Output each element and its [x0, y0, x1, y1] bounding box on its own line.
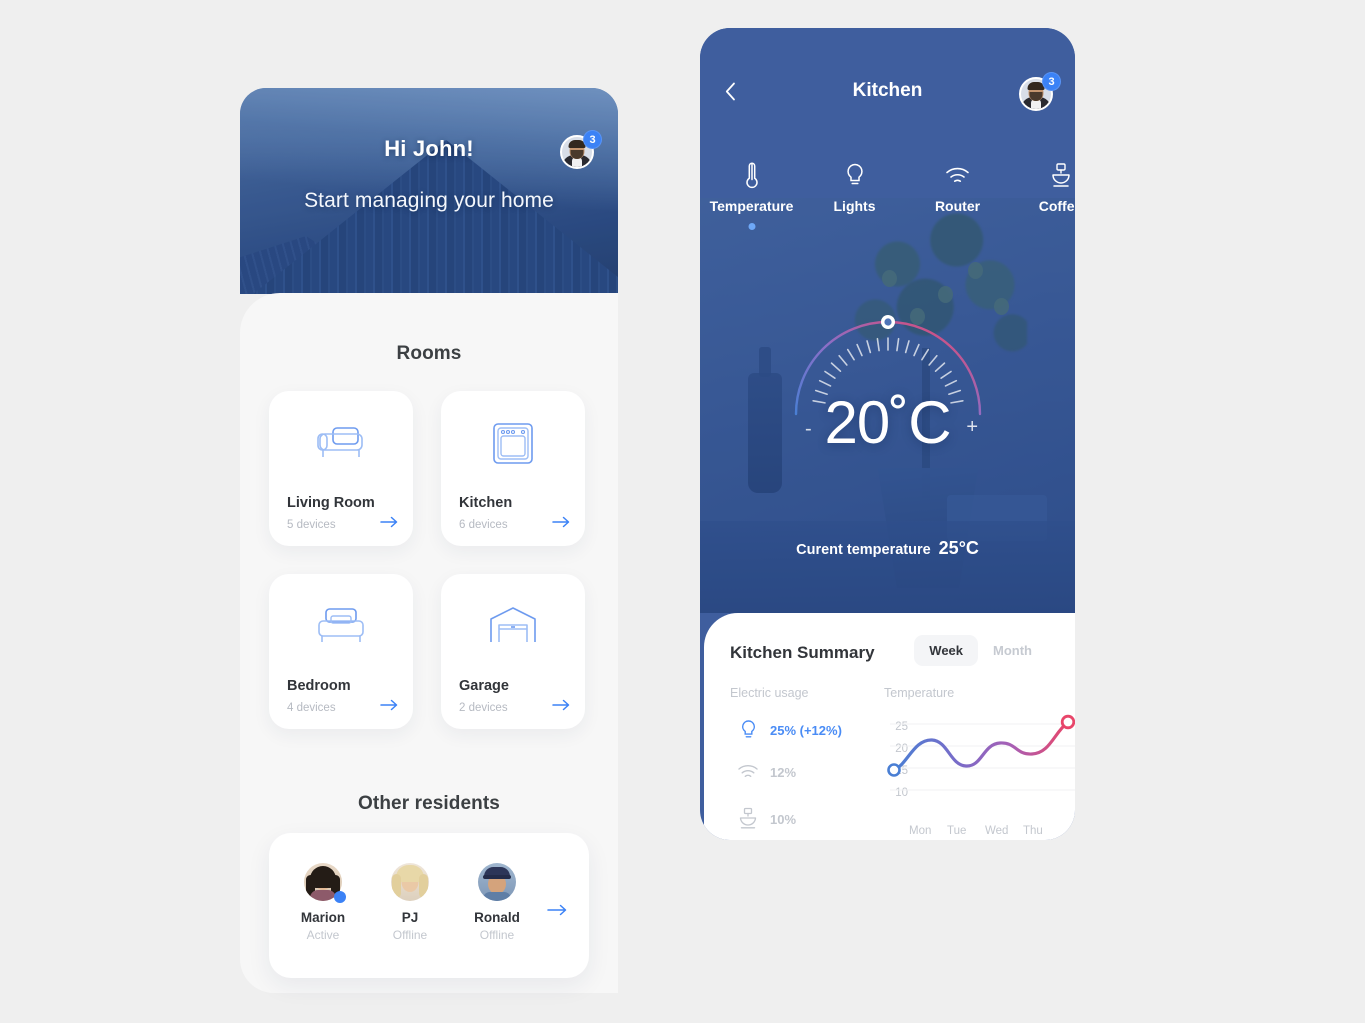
- usage-row-lights[interactable]: 25% (+12%): [734, 719, 842, 742]
- temperature-label: Temperature: [884, 686, 955, 700]
- app-showcase: Hi John! Start managing your home 3 Room…: [0, 0, 1365, 1023]
- sofa-icon: [269, 421, 413, 463]
- x-tick: Thu: [1023, 825, 1043, 837]
- hero-header: Hi John! Start managing your home 3: [240, 88, 618, 294]
- room-device-count: 4 devices: [287, 702, 336, 714]
- resident-name: Marion: [300, 910, 346, 925]
- resident-status: Active: [306, 928, 340, 942]
- current-temperature-row: Curent temperature 25°C: [700, 538, 1075, 559]
- room-detail-phone: Kitchen 3 Temperature Lights Router Coff…: [700, 28, 1075, 840]
- tab-label: Temperature: [709, 198, 794, 214]
- room-name: Bedroom: [287, 678, 351, 694]
- detail-topbar: Kitchen 3: [700, 72, 1075, 118]
- usage-value: 10%: [770, 811, 797, 827]
- kitchen-summary-card: Kitchen Summary Week Month Electric usag…: [704, 613, 1075, 840]
- chart-x-axis: Mon Tue Wed Thu: [909, 825, 1074, 837]
- notification-badge[interactable]: 3: [1042, 72, 1061, 91]
- range-week[interactable]: Week: [914, 635, 979, 666]
- arrow-right-icon[interactable]: [552, 698, 571, 716]
- electric-usage-label: Electric usage: [730, 686, 809, 700]
- range-toggle: Week Month: [914, 635, 1047, 666]
- data-point-end: [1060, 714, 1075, 730]
- x-tick: Tue: [947, 825, 967, 837]
- usage-row-router[interactable]: 12%: [734, 763, 796, 781]
- tab-label: Router: [934, 198, 981, 214]
- room-card-kitchen[interactable]: Kitchen 6 devices: [441, 391, 585, 546]
- wifi-icon: [734, 763, 762, 781]
- x-tick: Mon: [909, 825, 932, 837]
- tab-router[interactable]: Router: [906, 161, 1009, 214]
- range-month[interactable]: Month: [978, 635, 1047, 666]
- room-device-count: 6 devices: [459, 519, 508, 531]
- data-point-start: [887, 763, 901, 777]
- garage-icon: [441, 604, 585, 648]
- avatar: [391, 863, 429, 901]
- home-screen-phone: Hi John! Start managing your home 3 Room…: [240, 88, 618, 993]
- lightbulb-icon: [803, 161, 906, 191]
- resident-status: Offline: [479, 928, 515, 942]
- coffee-machine-icon: [734, 807, 762, 831]
- usage-row-coffee[interactable]: 10%: [734, 807, 796, 831]
- room-device-count: 5 devices: [287, 519, 336, 531]
- summary-title: Kitchen Summary: [730, 643, 875, 662]
- tab-lights[interactable]: Lights: [803, 161, 906, 214]
- arrow-right-icon[interactable]: [547, 903, 569, 921]
- bed-icon: [269, 604, 413, 646]
- phone-body: Kitchen 3 Temperature Lights Router Coff…: [700, 28, 1075, 840]
- arrow-right-icon[interactable]: [380, 515, 399, 533]
- oven-icon: [441, 421, 585, 466]
- current-temperature-value: 25°C: [938, 538, 979, 558]
- device-tabs: Temperature Lights Router Coffe: [700, 161, 1075, 230]
- room-name: Kitchen: [459, 495, 513, 511]
- coffee-machine-icon: [1009, 161, 1075, 191]
- resident-name: Ronald: [474, 910, 520, 925]
- lightbulb-icon: [734, 719, 762, 742]
- tab-label: Lights: [833, 198, 876, 214]
- resident-name: PJ: [401, 910, 419, 925]
- room-name: Living Room: [287, 495, 375, 511]
- target-temperature: 20˚C: [824, 389, 951, 456]
- tab-temperature[interactable]: Temperature: [700, 161, 803, 230]
- resident-pj[interactable]: PJ Offline: [374, 863, 446, 942]
- resident-marion[interactable]: Marion Active: [287, 863, 359, 942]
- residents-title: Other residents: [358, 793, 500, 814]
- thermometer-icon: [700, 161, 803, 191]
- room-card-living-room[interactable]: Living Room 5 devices: [269, 391, 413, 546]
- avatar: [478, 863, 516, 901]
- active-tab-indicator: [748, 223, 755, 230]
- arrow-right-icon[interactable]: [552, 515, 571, 533]
- online-status-dot: [334, 891, 346, 903]
- resident-status: Offline: [392, 928, 428, 942]
- rooms-title: Rooms: [396, 343, 462, 364]
- profile-avatar[interactable]: 3: [1019, 72, 1061, 111]
- tab-coffee[interactable]: Coffee: [1009, 161, 1075, 214]
- wifi-icon: [906, 161, 1009, 191]
- greeting-subtitle: Start managing your home: [304, 189, 554, 212]
- profile-avatar[interactable]: 3: [560, 130, 602, 169]
- current-temperature-label: Curent temperature: [796, 542, 931, 558]
- room-device-count: 2 devices: [459, 702, 508, 714]
- x-tick: Wed: [985, 825, 1009, 837]
- room-card-bedroom[interactable]: Bedroom 4 devices: [269, 574, 413, 729]
- room-name: Garage: [459, 678, 509, 694]
- room-hero: Kitchen 3 Temperature Lights Router Coff…: [700, 28, 1075, 613]
- temperature-line-chart: [882, 713, 1075, 833]
- notification-badge[interactable]: 3: [583, 130, 602, 149]
- usage-value: 12%: [770, 764, 797, 780]
- resident-ronald[interactable]: Ronald Offline: [461, 863, 533, 942]
- tab-label: Coffee: [1038, 198, 1075, 214]
- room-card-garage[interactable]: Garage 2 devices: [441, 574, 585, 729]
- arrow-right-icon[interactable]: [380, 698, 399, 716]
- rooms-grid: Living Room 5 devices Kitchen 6 devices …: [269, 391, 585, 729]
- residents-card: Marion Active PJ Offline Ronald Offline: [269, 833, 589, 978]
- usage-value: 25% (+12%): [770, 723, 842, 738]
